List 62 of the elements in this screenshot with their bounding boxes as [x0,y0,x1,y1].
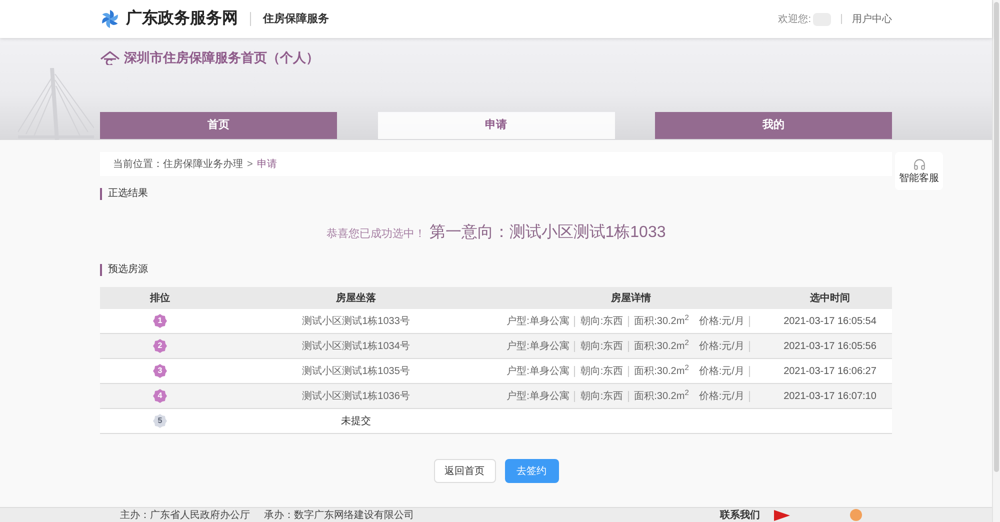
table-cell-text: 测试小区测试1栋1034号 [302,340,410,354]
nav-tab[interactable]: 首页 [100,112,337,139]
table-cell-text: 测试小区测试1栋1033号 [302,314,410,328]
rank-badge: 2 [153,339,167,353]
breadcrumb-link[interactable]: 住房保障业务办理 [163,156,243,172]
detail-text: 价格:元/月 [698,340,750,352]
sponsor-text: 主办：广东省人民政府办公厅 [120,508,250,522]
service-name: 住房保障服务 [263,12,329,27]
detail-text: 户型:单身公寓 [506,316,576,326]
detail-text: 朝向:东西 [580,316,630,326]
rank-badge: 4 [153,389,167,403]
breadcrumb-separator: > [247,158,253,172]
smart-service-button[interactable]: 智能客服 [895,152,943,190]
section-title: 预选房源 [108,264,148,276]
table-cell-text: 2021-03-17 16:05:56 [782,340,878,354]
column-header: 房屋详情 [611,291,651,306]
column-header: 选中时间 [809,292,851,306]
site-name[interactable]: 广东政务服务网 [126,7,238,31]
detail-text: 朝向:东西 [580,390,630,402]
nav-tab[interactable]: 申请 [378,112,614,139]
nav-tab[interactable]: 我的 [655,112,892,139]
detail-text: 朝向:东西 [580,366,630,376]
breadcrumb-label: 当前位置： [113,158,163,172]
flag-icon [774,510,790,520]
back-home-button[interactable]: 返回首页 [434,459,496,483]
detail-text: 价格:元/月 [698,366,750,376]
rank-badge: 3 [153,364,167,378]
breadcrumb-link[interactable]: 申请 [256,156,277,172]
detail-text: 面积:30.2m$^{2}$ [634,366,689,376]
table-cell-text: 2021-03-17 16:06:27 [782,364,878,378]
detail-text: 朝向:东西 [580,340,630,352]
house-icon [100,50,120,65]
rank-badge: 5 [153,414,167,428]
first-choice-text: 第一意向：测试小区测试1栋1033 [429,222,666,243]
contact-link[interactable]: 联系我们 [720,508,760,522]
detail-text: 面积:30.2m$^{2}$ [634,390,689,402]
table-cell-text: 测试小区测试1栋1035号 [302,364,410,378]
welcome-text: 欢迎您: [778,12,811,26]
detail-text: 户型:单身公寓 [506,390,576,402]
sign-button[interactable]: 去签约 [504,459,558,483]
rank-badge: 1 [153,314,167,328]
congrats-text: 恭喜您已成功选中！ [326,227,426,242]
detail-text: 面积:30.2m$^{2}$ [634,316,689,326]
scrollbar-thumb[interactable] [994,2,999,472]
operator-text: 承办：数字广东网络建设有限公司 [264,508,414,522]
table-cell-text: 2021-03-17 16:07:10 [782,390,878,404]
pinwheel-logo-icon [100,9,120,29]
table-cell-text: 2021-03-17 16:05:54 [782,314,878,328]
detail-text: 价格:元/月 [698,316,750,326]
column-header: 排位 [150,292,170,306]
round-logo-icon [850,509,862,521]
table-cell-text: 未提交 [341,414,371,428]
detail-text: 面积:30.2m$^{2}$ [634,340,689,352]
banner-title: 深圳市住房保障服务首页（个人） [124,49,319,67]
column-header: 房屋坐落 [336,291,376,306]
detail-text: 价格:元/月 [698,390,750,402]
detail-text: 户型:单身公寓 [506,340,576,352]
table-cell-text: 测试小区测试1栋1036号 [302,390,410,404]
section-title: 正选结果 [108,188,148,200]
headset-icon [912,158,926,171]
user-center-link[interactable]: 用户中心 [852,12,892,26]
detail-text: 户型:单身公寓 [506,366,576,376]
